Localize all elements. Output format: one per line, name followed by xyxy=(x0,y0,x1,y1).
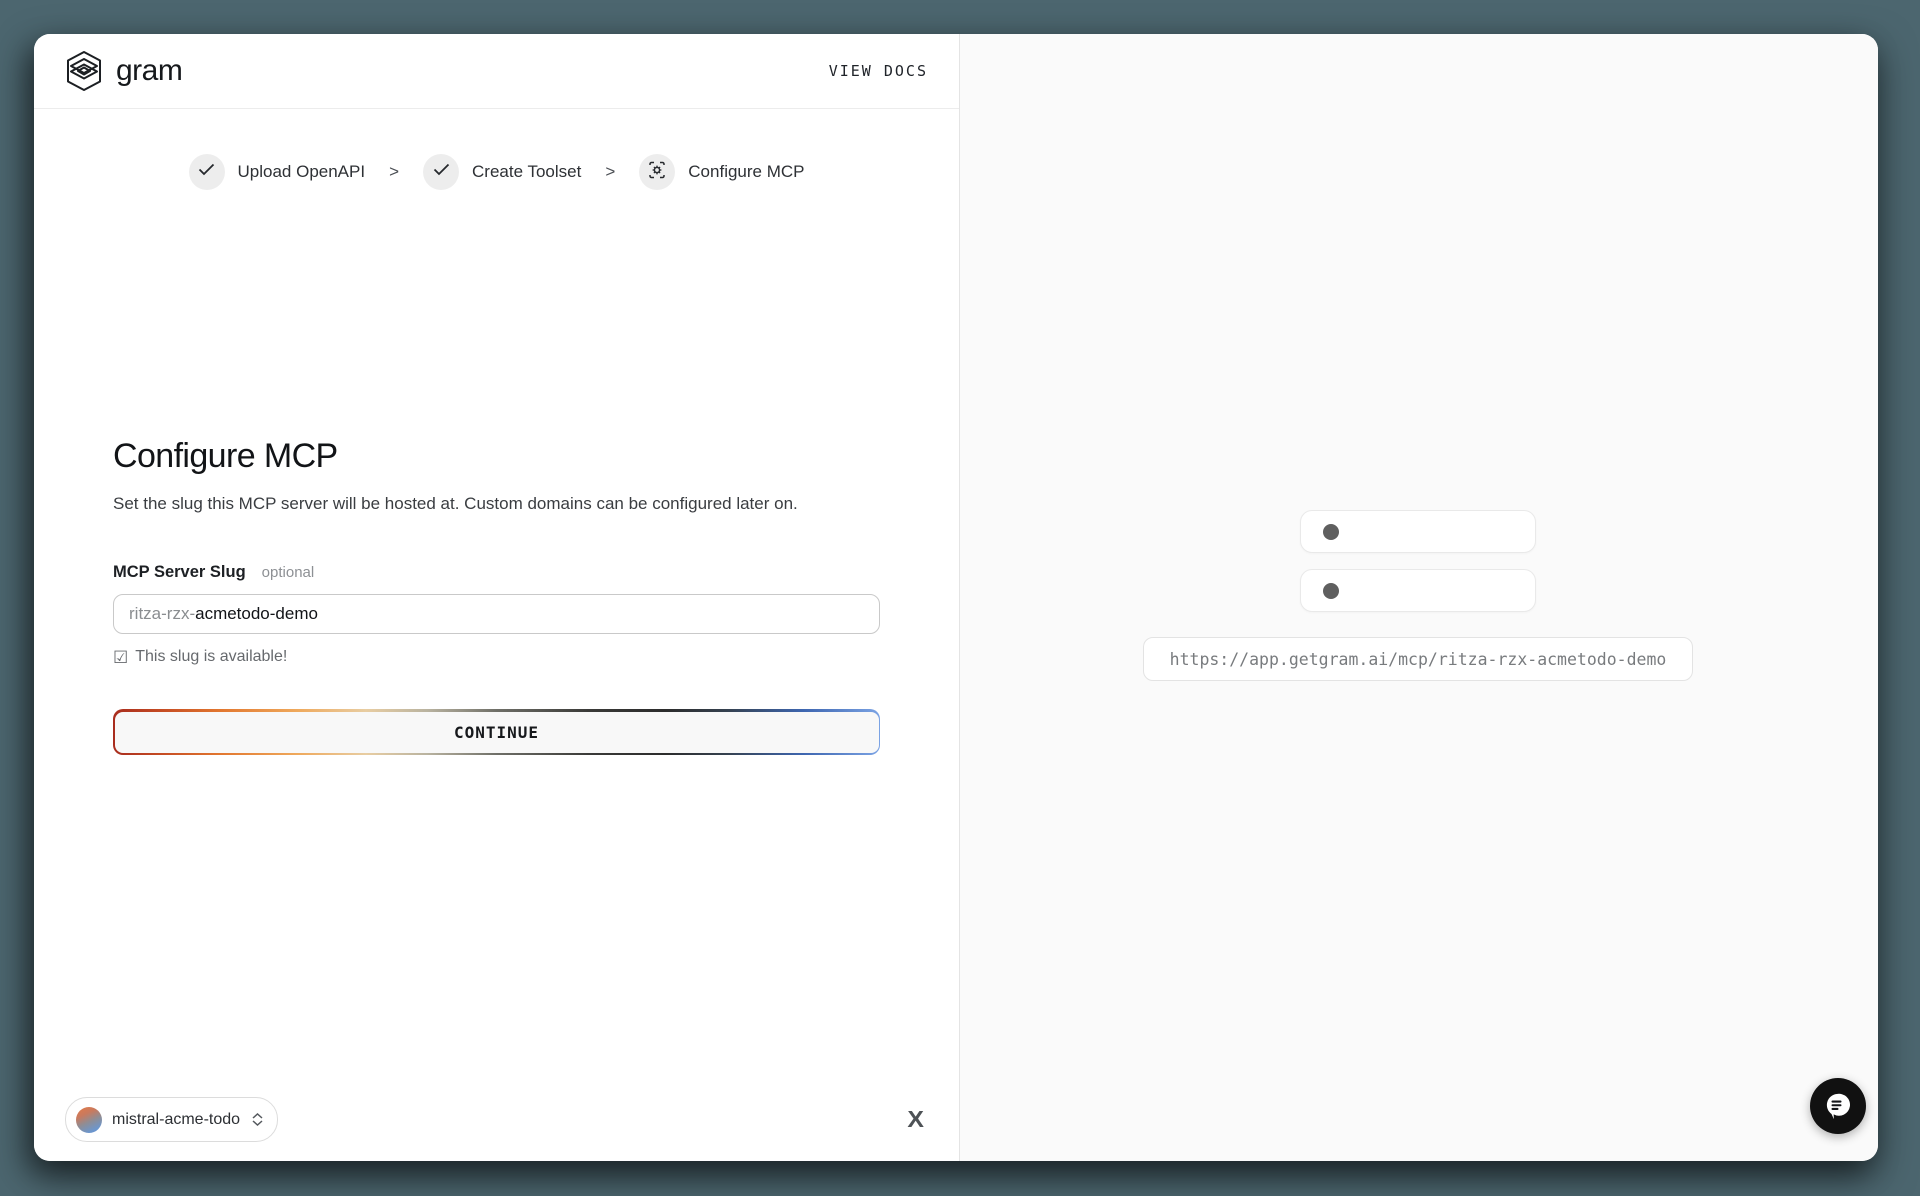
step-create-toolset[interactable]: Create Toolset xyxy=(423,154,581,190)
step-circle xyxy=(189,154,225,190)
gram-logo-icon xyxy=(65,50,103,92)
project-selector[interactable]: mistral-acme-todo xyxy=(65,1097,278,1142)
page-title: Configure MCP xyxy=(113,436,880,477)
header: gram VIEW DOCS xyxy=(34,34,959,109)
slug-value: acmetodo-demo xyxy=(195,604,318,624)
setup-stepper: Upload OpenAPI > Create Toolset > xyxy=(34,154,959,190)
chat-widget-button[interactable] xyxy=(1810,1078,1866,1134)
step-label: Create Toolset xyxy=(472,162,581,182)
slug-field-label: MCP Server Slug xyxy=(113,563,246,582)
gram-logo: gram xyxy=(65,50,182,92)
checkbox-check-icon: ☑ xyxy=(113,649,128,666)
continue-button[interactable]: CONTINUE xyxy=(115,712,879,753)
mcp-url-box: https://app.getgram.ai/mcp/ritza-rzx-acm… xyxy=(1143,637,1693,681)
app-window: gram VIEW DOCS Upload OpenAPI > xyxy=(34,34,1878,1161)
server-card xyxy=(1300,569,1536,612)
step-circle xyxy=(639,154,675,190)
project-selector-value: mistral-acme-todo xyxy=(112,1111,240,1129)
mcp-slug-input[interactable]: ritza-rzx-acmetodo-demo xyxy=(113,594,880,634)
chevron-right-icon: > xyxy=(383,162,405,182)
step-configure-mcp[interactable]: Configure MCP xyxy=(639,154,804,190)
slug-prefix: ritza-rzx- xyxy=(129,604,195,624)
mcp-config-icon xyxy=(647,160,667,185)
chevron-updown-icon xyxy=(252,1113,263,1126)
server-card xyxy=(1300,510,1536,553)
step-circle xyxy=(423,154,459,190)
project-avatar xyxy=(76,1107,102,1133)
check-icon xyxy=(433,163,450,181)
continue-button-border: CONTINUE xyxy=(113,709,880,755)
step-label: Upload OpenAPI xyxy=(238,162,366,182)
step-label: Configure MCP xyxy=(688,162,804,182)
page-description: Set the slug this MCP server will be hos… xyxy=(113,491,880,516)
configure-mcp-form: Configure MCP Set the slug this MCP serv… xyxy=(113,190,880,755)
logo-wordmark: gram xyxy=(116,54,182,88)
status-dot-icon xyxy=(1323,524,1339,540)
check-icon xyxy=(198,163,215,181)
status-dot-icon xyxy=(1323,583,1339,599)
slug-availability-status: ☑ This slug is available! xyxy=(113,648,880,666)
preview-panel: https://app.getgram.ai/mcp/ritza-rzx-acm… xyxy=(960,34,1878,1161)
chat-bubble-icon xyxy=(1822,1089,1854,1124)
x-twitter-icon[interactable]: X xyxy=(907,1106,924,1133)
availability-text: This slug is available! xyxy=(135,648,287,666)
step-upload-openapi[interactable]: Upload OpenAPI xyxy=(189,154,366,190)
view-docs-link[interactable]: VIEW DOCS xyxy=(829,62,928,80)
chevron-right-icon: > xyxy=(599,162,621,182)
slug-optional-badge: optional xyxy=(262,564,315,581)
setup-panel: gram VIEW DOCS Upload OpenAPI > xyxy=(34,34,960,1161)
slug-field-labels: MCP Server Slug optional xyxy=(113,563,880,582)
footer-bar: mistral-acme-todo X xyxy=(65,1097,923,1142)
